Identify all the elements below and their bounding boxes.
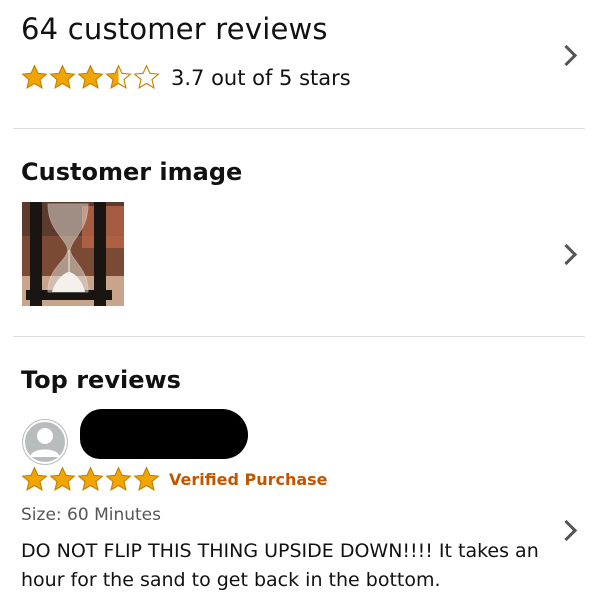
- divider: [13, 336, 585, 337]
- star-full-icon: [105, 466, 132, 492]
- chevron-right-icon[interactable]: [555, 44, 578, 67]
- rating-stars: 3.7 out of 5 stars: [21, 64, 351, 91]
- hourglass-photo: [22, 202, 124, 306]
- user-icon: [23, 420, 67, 464]
- ratings-summary[interactable]: 64 customer reviews 3.7 out of 5 stars: [0, 0, 600, 128]
- review-body[interactable]: DO NOT FLIP THIS THING UPSIDE DOWN!!!! I…: [21, 537, 551, 595]
- top-reviews-heading: Top reviews: [21, 366, 181, 394]
- chevron-right-icon[interactable]: [555, 519, 578, 542]
- redaction-mark: [80, 409, 248, 459]
- review-count-title: 64 customer reviews: [21, 12, 328, 46]
- verified-purchase-badge: Verified Purchase: [169, 470, 328, 489]
- star-full-icon: [49, 64, 76, 90]
- customer-image-thumbnail[interactable]: [22, 202, 124, 306]
- rating-text: 3.7 out of 5 stars: [171, 65, 351, 90]
- star-full-icon: [77, 64, 104, 90]
- review-rating-stars: Verified Purchase: [21, 466, 328, 493]
- star-full-icon: [21, 466, 48, 492]
- star-full-icon: [49, 466, 76, 492]
- chevron-right-icon[interactable]: [555, 243, 578, 266]
- star-full-icon: [21, 64, 48, 90]
- star-full-icon: [77, 466, 104, 492]
- star-half-icon: [105, 64, 132, 90]
- review-size: Size: 60 Minutes: [21, 505, 161, 525]
- star-full-icon: [133, 466, 160, 492]
- reviewer-avatar: [22, 419, 68, 465]
- customer-images-heading: Customer image: [21, 158, 243, 186]
- star-empty-icon: [133, 64, 160, 90]
